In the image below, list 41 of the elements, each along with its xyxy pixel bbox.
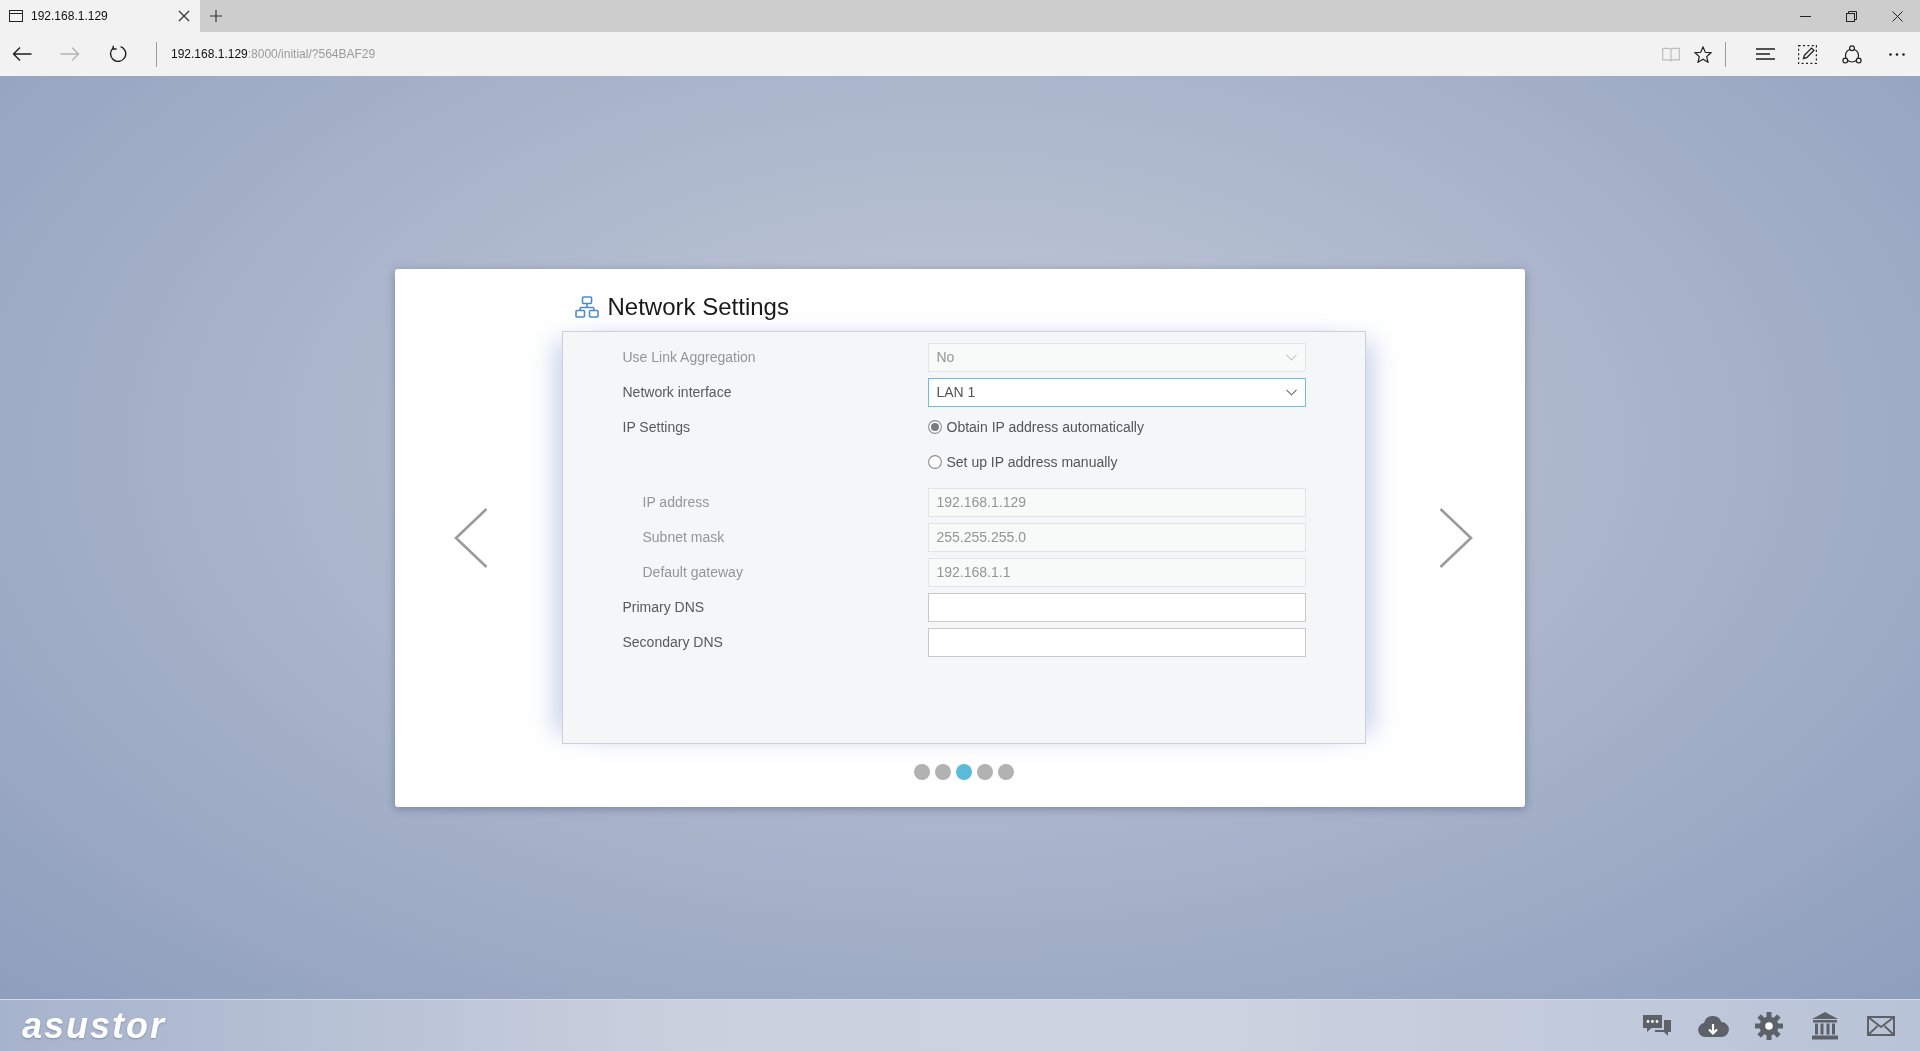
plus-icon[interactable]: [210, 10, 222, 22]
tab-page-icon: [9, 10, 23, 22]
chevron-down-icon: [1285, 388, 1297, 396]
radio-option[interactable]: Obtain IP address automatically: [927, 416, 1144, 438]
back-icon[interactable]: [12, 46, 32, 62]
chevron-left-icon[interactable]: [454, 507, 488, 568]
chevron-down-icon: [1285, 353, 1297, 361]
address-bar-url[interactable]: 192.168.1.129:8000/initial/?564BAF29: [171, 45, 376, 63]
field-label: IP address: [642, 494, 710, 510]
brand-logo: asustor: [22, 1007, 167, 1044]
field-label: Use Link Aggregation: [622, 349, 756, 365]
network-icon: [574, 295, 599, 318]
star-icon[interactable]: [1694, 45, 1712, 63]
field-label: Primary DNS: [622, 599, 705, 615]
field-label: IP Settings: [622, 419, 690, 435]
field-label: Network interface: [622, 384, 732, 400]
dropdown[interactable]: LAN 1: [927, 377, 1306, 407]
text-field[interactable]: [927, 627, 1306, 657]
text-field[interactable]: [927, 592, 1306, 622]
tab-title: 192.168.1.129: [31, 8, 109, 25]
chevron-right-icon[interactable]: [1439, 507, 1473, 568]
field-label: Secondary DNS: [622, 634, 723, 650]
radio-button[interactable]: [927, 420, 942, 434]
page-title: Network Settings: [607, 294, 789, 319]
close-icon[interactable]: [178, 10, 190, 22]
radio-option[interactable]: Set up IP address manually: [927, 451, 1118, 473]
cloud-download-icon[interactable]: [1697, 1013, 1729, 1038]
radio-button[interactable]: [927, 455, 942, 469]
field-label: Default gateway: [642, 564, 743, 580]
minimize-icon[interactable]: [1799, 15, 1811, 17]
mail-icon[interactable]: [1867, 1015, 1895, 1036]
field-label: Subnet mask: [642, 529, 725, 545]
close-icon[interactable]: [1891, 10, 1903, 22]
pen-icon[interactable]: [1798, 44, 1817, 64]
browser-tab[interactable]: 192.168.1.129: [0, 0, 200, 32]
restore-icon[interactable]: [1845, 10, 1857, 22]
share-icon[interactable]: [1841, 44, 1862, 64]
refresh-icon[interactable]: [109, 45, 127, 63]
bank-icon[interactable]: [1811, 1011, 1839, 1040]
lines-icon[interactable]: [1755, 48, 1775, 60]
more-icon[interactable]: [1889, 52, 1905, 56]
